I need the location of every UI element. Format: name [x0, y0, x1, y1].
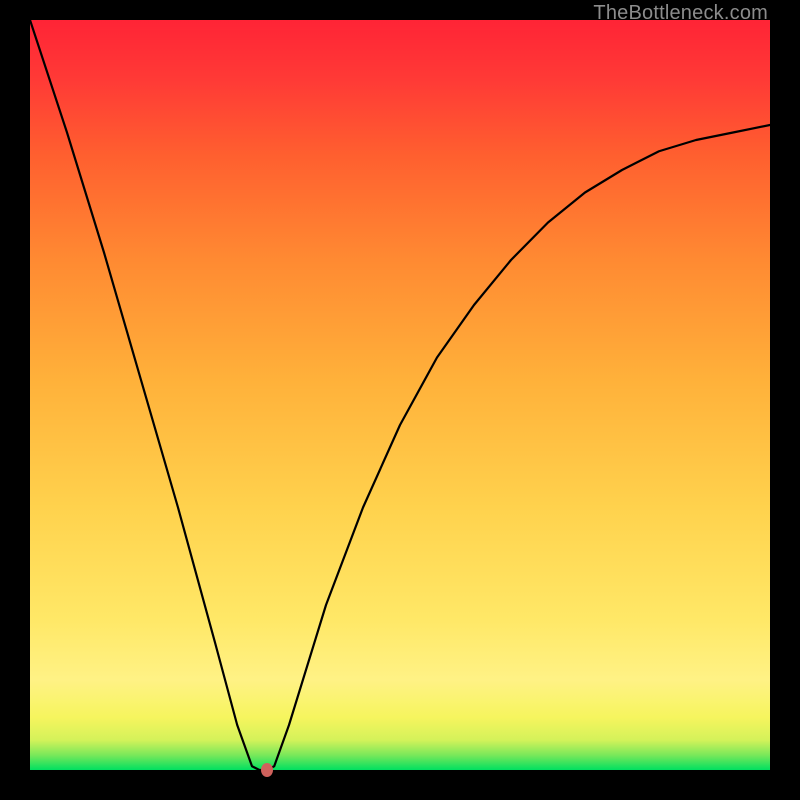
bottleneck-curve — [30, 20, 770, 770]
chart-frame: TheBottleneck.com — [0, 0, 800, 800]
optimum-marker — [261, 763, 273, 777]
watermark-text: TheBottleneck.com — [593, 2, 768, 25]
plot-area — [30, 20, 770, 770]
